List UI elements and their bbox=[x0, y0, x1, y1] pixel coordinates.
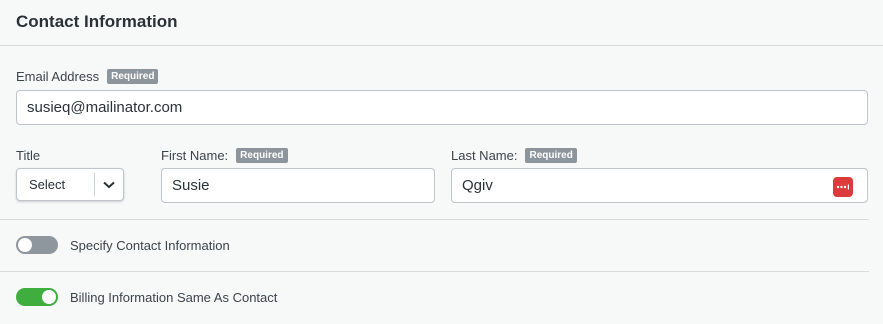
last-name-label: Last Name: Required bbox=[451, 148, 577, 163]
email-label-text: Email Address bbox=[16, 69, 100, 84]
billing-same-toggle[interactable] bbox=[16, 288, 58, 306]
title-selected-value: Select bbox=[29, 177, 66, 192]
email-required-badge: Required bbox=[107, 69, 159, 84]
title-label: Title bbox=[16, 148, 40, 163]
password-manager-icon[interactable] bbox=[833, 177, 853, 197]
title-select[interactable]: Select bbox=[16, 168, 124, 201]
first-name-label-text: First Name: bbox=[161, 148, 229, 163]
first-name-field[interactable]: Susie bbox=[161, 168, 435, 203]
first-name-value: Susie bbox=[172, 177, 210, 194]
email-label: Email Address Required bbox=[16, 69, 159, 84]
section-header: Contact Information bbox=[0, 0, 883, 46]
last-name-label-text: Last Name: bbox=[451, 148, 518, 163]
billing-same-label: Billing Information Same As Contact bbox=[70, 289, 278, 305]
specify-contact-row: Specify Contact Information bbox=[16, 236, 230, 254]
section-divider bbox=[0, 271, 869, 272]
last-name-value: Qgiv bbox=[462, 177, 493, 194]
last-name-required-badge: Required bbox=[525, 148, 577, 163]
section-title: Contact Information bbox=[16, 12, 178, 31]
toggle-knob bbox=[42, 290, 56, 304]
email-value: susieq@mailinator.com bbox=[27, 99, 183, 116]
first-name-required-badge: Required bbox=[236, 148, 288, 163]
specify-contact-toggle[interactable] bbox=[16, 236, 58, 254]
email-field[interactable]: susieq@mailinator.com bbox=[16, 90, 868, 125]
last-name-field[interactable]: Qgiv bbox=[451, 168, 868, 203]
title-label-text: Title bbox=[16, 148, 41, 163]
section-divider bbox=[0, 219, 869, 220]
toggle-knob bbox=[18, 238, 32, 252]
specify-contact-label: Specify Contact Information bbox=[70, 237, 230, 253]
first-name-label: First Name: Required bbox=[161, 148, 288, 163]
chevron-down-icon[interactable] bbox=[95, 181, 123, 189]
billing-same-row: Billing Information Same As Contact bbox=[16, 288, 277, 306]
